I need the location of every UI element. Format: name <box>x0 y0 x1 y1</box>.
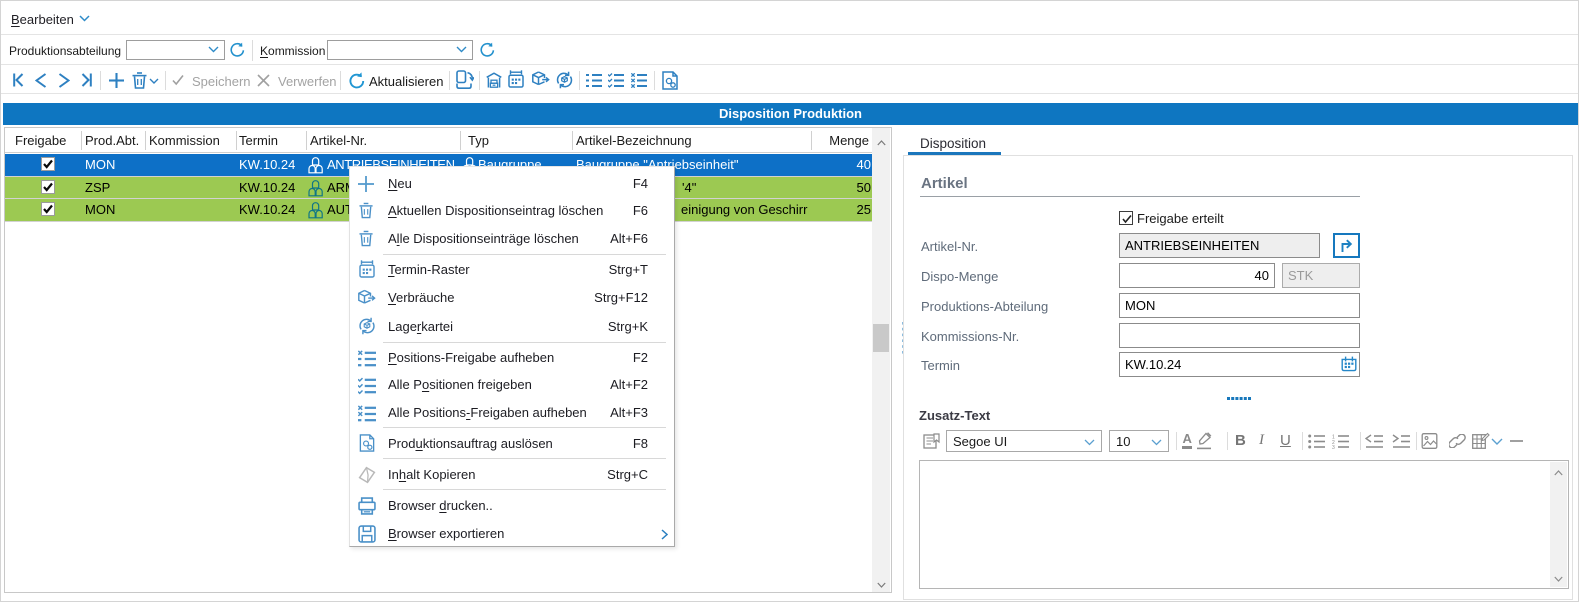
svg-text:3: 3 <box>1332 445 1335 449</box>
